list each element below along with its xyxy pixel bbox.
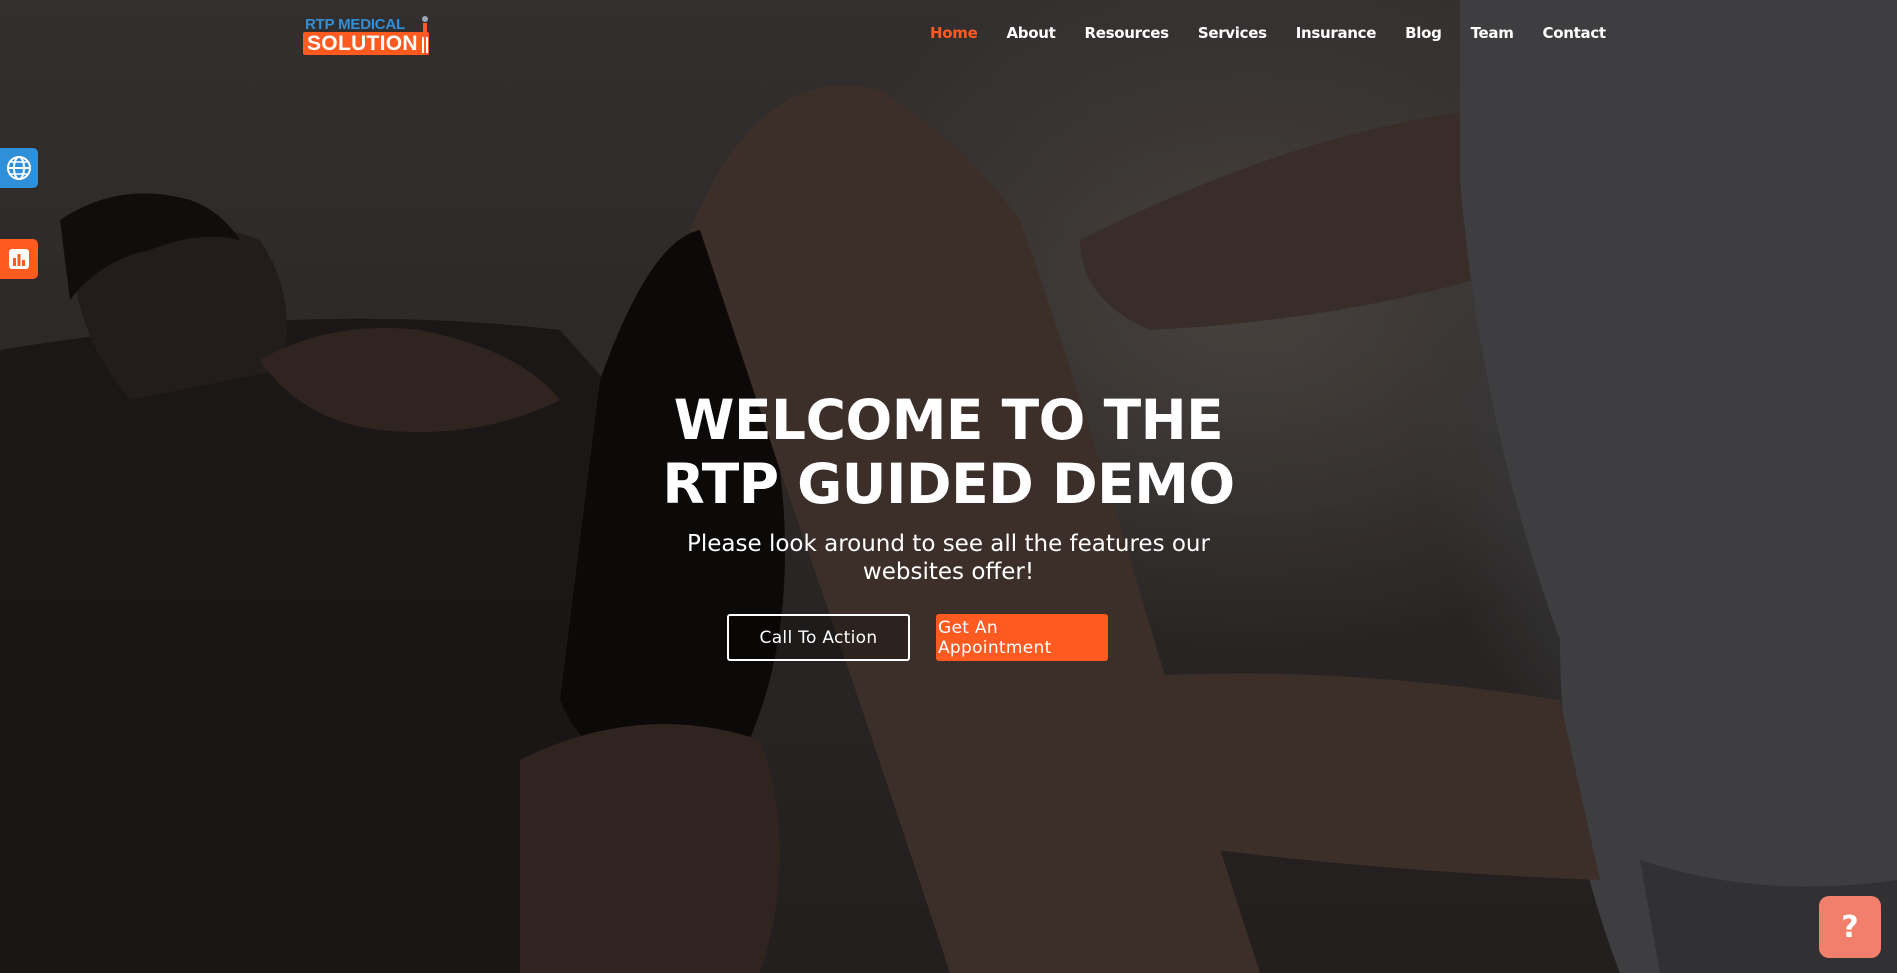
logo-bottom-text: SOLUTION bbox=[303, 32, 429, 55]
nav-resources[interactable]: Resources bbox=[1084, 24, 1169, 42]
main-nav: Home About Resources Services Insurance … bbox=[930, 24, 1606, 42]
language-button[interactable] bbox=[0, 148, 38, 188]
nav-blog[interactable]: Blog bbox=[1405, 24, 1442, 42]
site-logo[interactable]: RTP MEDICAL SOLUTION bbox=[301, 15, 431, 57]
nav-about[interactable]: About bbox=[1006, 24, 1055, 42]
get-appointment-button[interactable]: Get An Appointment bbox=[936, 614, 1108, 661]
nav-insurance[interactable]: Insurance bbox=[1296, 24, 1377, 42]
bar-chart-icon bbox=[9, 249, 29, 269]
hero-subtitle: Please look around to see all the featur… bbox=[687, 531, 1210, 585]
question-mark-icon: ? bbox=[1841, 909, 1859, 945]
help-button[interactable]: ? bbox=[1819, 896, 1881, 958]
nav-team[interactable]: Team bbox=[1471, 24, 1514, 42]
accessibility-stats-button[interactable] bbox=[0, 239, 38, 279]
nav-services[interactable]: Services bbox=[1198, 24, 1267, 42]
logo-figure-icon bbox=[422, 16, 428, 53]
hero-buttons: Call To Action Get An Appointment bbox=[727, 614, 1108, 661]
hero-title-line1: WELCOME TO THE bbox=[673, 388, 1224, 452]
hero-title: WELCOME TO THE RTP GUIDED DEMO bbox=[0, 388, 1897, 516]
hero-content: WELCOME TO THE RTP GUIDED DEMO Please lo… bbox=[0, 388, 1897, 586]
logo-top-text: RTP MEDICAL bbox=[305, 16, 406, 33]
globe-icon bbox=[7, 156, 31, 180]
nav-contact[interactable]: Contact bbox=[1543, 24, 1607, 42]
call-to-action-button[interactable]: Call To Action bbox=[727, 614, 910, 661]
nav-home[interactable]: Home bbox=[930, 24, 978, 42]
hero-title-line2: RTP GUIDED DEMO bbox=[662, 452, 1235, 516]
